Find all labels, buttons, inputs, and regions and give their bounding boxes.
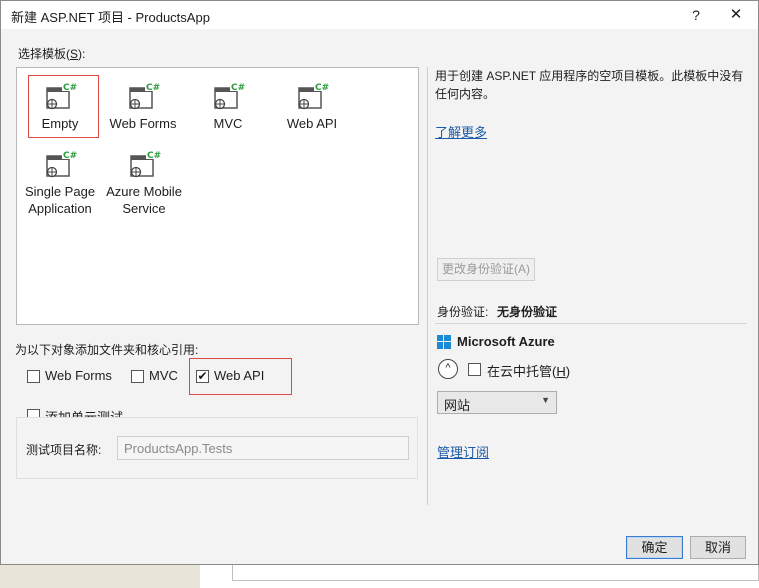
- learn-more-link[interactable]: 了解更多: [435, 122, 487, 141]
- template-section-label: 选择模板(S):: [18, 47, 86, 61]
- collapse-azure-button[interactable]: ^: [438, 359, 458, 379]
- checkmark-icon: ✔: [197, 369, 208, 383]
- svg-text:C#: C#: [63, 151, 77, 161]
- test-project-name-label: 测试项目名称:: [26, 443, 102, 457]
- host-in-cloud-label[interactable]: 在云中托管(H): [487, 361, 570, 380]
- template-description-line1: 用于创建 ASP.NET 应用程序的空项目模板。此模板中没有: [435, 69, 744, 83]
- project-template-icon: C#: [211, 81, 245, 111]
- project-template-icon: C#: [43, 149, 77, 179]
- svg-text:C#: C#: [146, 83, 160, 93]
- cancel-button[interactable]: 取消: [690, 536, 746, 559]
- template-single-page-application[interactable]: C# Single Page Application: [20, 149, 100, 217]
- references-label: 为以下对象添加文件夹和核心引用:: [15, 343, 199, 357]
- title-bar: 新建 ASP.NET 项目 - ProductsApp ? ✕: [1, 1, 758, 29]
- help-button[interactable]: ?: [686, 3, 706, 27]
- svg-text:C#: C#: [231, 83, 245, 93]
- web-forms-checkbox[interactable]: [27, 370, 40, 383]
- template-web-api[interactable]: C# Web API: [273, 81, 351, 132]
- manage-subscriptions-link[interactable]: 管理订阅: [437, 442, 489, 461]
- web-api-checkbox-label[interactable]: Web API: [214, 368, 264, 383]
- authentication-label: 身份验证:: [437, 305, 489, 319]
- azure-title: Microsoft Azure: [457, 334, 555, 349]
- authentication-value: 无身份验证: [497, 305, 558, 319]
- chevron-down-icon: ▼: [541, 395, 550, 405]
- template-label: Web Forms: [109, 116, 177, 131]
- template-web-forms[interactable]: C# Web Forms: [104, 81, 182, 132]
- dialog-title: 新建 ASP.NET 项目 - ProductsApp: [11, 10, 210, 25]
- svg-text:C#: C#: [147, 151, 161, 161]
- template-label-line2: Service: [122, 201, 166, 216]
- host-in-cloud-checkbox[interactable]: [468, 363, 481, 376]
- windows-logo-icon: [437, 335, 451, 349]
- template-mvc[interactable]: C# MVC: [189, 81, 267, 132]
- hosting-type-value: 网站: [444, 398, 471, 413]
- change-authentication-button[interactable]: 更改身份验证(A): [437, 258, 535, 281]
- template-label: Single Page: [24, 184, 96, 199]
- close-button[interactable]: ✕: [723, 3, 749, 27]
- template-label: MVC: [213, 116, 243, 131]
- ok-button[interactable]: 确定: [626, 536, 683, 559]
- template-empty[interactable]: C# Empty: [21, 81, 99, 132]
- template-label: Empty: [41, 116, 79, 131]
- panel-divider: [427, 67, 428, 505]
- chevron-up-icon: ^: [445, 362, 451, 374]
- template-label: Web API: [286, 116, 338, 131]
- auth-divider: [435, 323, 747, 324]
- template-label-line2: Application: [28, 201, 92, 216]
- project-template-icon: C#: [127, 149, 161, 179]
- mvc-checkbox[interactable]: [131, 370, 144, 383]
- project-template-icon: C#: [295, 81, 329, 111]
- web-forms-checkbox-label[interactable]: Web Forms: [45, 368, 112, 383]
- project-template-icon: C#: [126, 81, 160, 111]
- template-description-line2: 任何内容。: [435, 87, 496, 101]
- template-azure-mobile-service[interactable]: C# Azure Mobile Service: [103, 149, 185, 217]
- mvc-checkbox-label[interactable]: MVC: [149, 368, 178, 383]
- project-template-icon: C#: [43, 81, 77, 111]
- test-project-name-input[interactable]: ProductsApp.Tests: [117, 436, 409, 460]
- template-label: Azure Mobile: [106, 184, 182, 199]
- new-project-dialog: 新建 ASP.NET 项目 - ProductsApp ? ✕ 选择模板(S):…: [0, 0, 759, 565]
- hosting-type-select[interactable]: 网站 ▼: [437, 391, 557, 414]
- svg-text:C#: C#: [63, 83, 77, 93]
- web-api-checkbox[interactable]: ✔: [196, 370, 209, 383]
- svg-text:C#: C#: [315, 83, 329, 93]
